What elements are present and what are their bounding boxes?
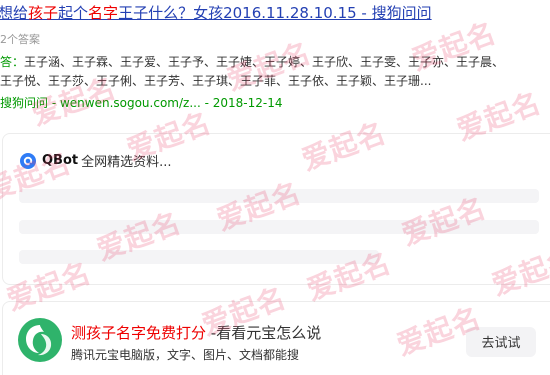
answer-text-1: 王子涵、王子霖、王子爱、王子予、王子婕、王子婷、王子欣、王子雯、王子亦、王子晨、 <box>24 55 505 69</box>
title-part-3: 王子什么？女孩2016.11.28.10.15 - 搜狗问问 <box>118 4 432 22</box>
try-button[interactable]: 去试试 <box>466 327 536 357</box>
answer-line: 答：王子涵、王子霖、王子爱、王子予、王子婕、王子婷、王子欣、王子雯、王子亦、王子… <box>0 53 550 72</box>
loading-placeholder-line <box>19 220 539 234</box>
qbot-header: QBot 全网精选资料... <box>19 151 172 170</box>
ad-title-highlight: 测孩子名字免费打分 <box>71 324 207 342</box>
title-keyword-1: 孩子 <box>28 4 59 22</box>
qbot-name: QBot <box>42 153 79 168</box>
title-part-1: 想给 <box>0 4 29 22</box>
yuanbao-logo-icon <box>18 318 62 362</box>
title-part-2: 起个 <box>58 4 89 22</box>
answer-snippet: 答：王子涵、王子霖、王子爱、王子予、王子婕、王子婷、王子欣、王子雯、王子亦、王子… <box>0 53 550 91</box>
result-title-link[interactable]: 想给孩子起个名字王子什么？女孩2016.11.28.10.15 - 搜狗问问 <box>0 3 432 23</box>
result-source-link[interactable]: 搜狗问问 - wenwen.sogou.com/z... - 2018-12-1… <box>0 94 282 111</box>
qbot-logo-icon <box>20 152 36 169</box>
ad-title-rest: -看看元宝怎么说 <box>206 324 322 342</box>
answer-prefix: 答： <box>0 55 25 69</box>
answer-line: 王子悦、王子莎、王子俐、王子芳、王子琪、王子菲、王子依、王子颖、王子珊... <box>0 74 432 88</box>
ad-description: 腾讯元宝电脑版，文字、图片、文档都能搜 <box>71 348 300 362</box>
search-results-page: 想给孩子起个名字王子什么？女孩2016.11.28.10.15 - 搜狗问问 2… <box>0 0 550 375</box>
qbot-status-text: 全网精选资料... <box>81 155 172 170</box>
ad-card[interactable]: 测孩子名字免费打分 -看看元宝怎么说 腾讯元宝电脑版，文字、图片、文档都能搜 去… <box>2 301 550 375</box>
loading-placeholder-line <box>19 250 379 264</box>
ad-title-link[interactable]: 测孩子名字免费打分 -看看元宝怎么说 <box>71 322 321 343</box>
title-keyword-2: 名字 <box>88 4 119 22</box>
answer-count: 2个答案 <box>0 33 40 46</box>
qbot-card: QBot 全网精选资料... <box>2 133 550 285</box>
loading-placeholder-line <box>19 189 539 203</box>
